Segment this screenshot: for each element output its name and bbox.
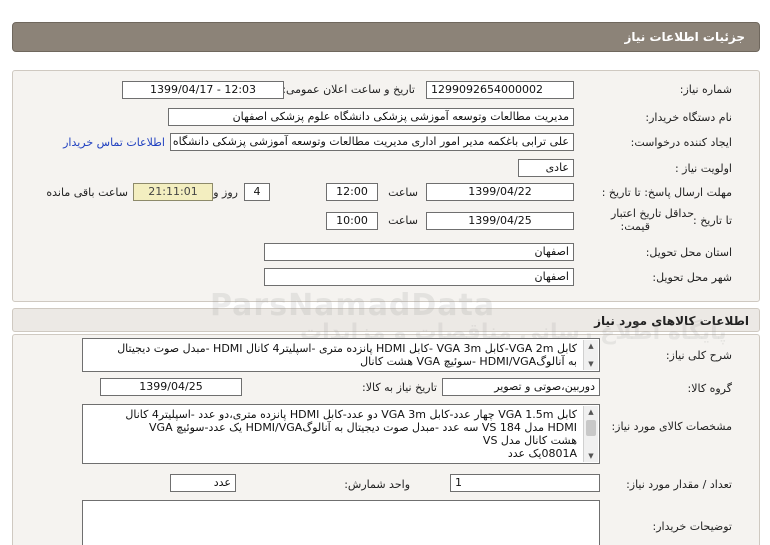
announce-datetime-field[interactable]: 1399/04/17 - 12:03 xyxy=(122,81,284,99)
price-validity-label-2: قیمت: xyxy=(620,220,650,233)
summary-label: شرح کلی نیاز: xyxy=(665,349,732,362)
spec-scrollbar[interactable]: ▲ ▼ xyxy=(583,406,598,462)
remaining-label: ساعت باقی مانده xyxy=(46,186,128,199)
scroll-thumb[interactable] xyxy=(586,420,596,436)
buyer-contact-link[interactable]: اطلاعات تماس خریدار xyxy=(63,136,165,149)
announce-datetime-label: تاریخ و ساعت اعلان عمومی: xyxy=(282,83,415,96)
unit-value: عدد xyxy=(213,476,231,489)
remaining-days-field[interactable]: 4 xyxy=(244,183,270,201)
spec-line-4: 0801Aیک عدد xyxy=(507,447,577,460)
deadline-hour-label: ساعت xyxy=(388,186,418,199)
quantity-label: تعداد / مقدار مورد نیاز: xyxy=(626,478,732,491)
summary-line-1: کابل VGA 2m-کابل VGA 3m -کابل HDMI پانزد… xyxy=(117,342,577,355)
need-number-field[interactable]: 1299092654000002 xyxy=(426,81,574,99)
validity-time-field[interactable]: 10:00 xyxy=(326,212,378,230)
summary-line-2: به آنالوگHDMI/VGA -سوئیچ VGA هشت کانال xyxy=(360,355,577,368)
scroll-up-icon[interactable]: ▲ xyxy=(586,342,596,350)
priority-label: اولویت نیاز : xyxy=(674,162,732,175)
buyer-org-label: نام دستگاه خریدار: xyxy=(645,111,732,124)
summary-scrollbar[interactable]: ▲ ▼ xyxy=(583,340,598,370)
need-number-label: شماره نیاز: xyxy=(679,83,732,96)
remaining-time-field[interactable]: 21:11:01 xyxy=(133,183,213,201)
province-label: استان محل تحویل: xyxy=(645,246,732,259)
province-field[interactable]: اصفهان xyxy=(264,243,574,261)
days-label: روز و xyxy=(213,186,238,199)
city-label: شهر محل تحویل: xyxy=(652,271,732,284)
spec-line-1: کابل VGA 1.5m چهار عدد-کابل VGA 3m دو عد… xyxy=(125,408,577,421)
validity-to-date-label: تا تاریخ : xyxy=(693,214,732,227)
goods-group-label: گروه کالا: xyxy=(687,382,732,395)
priority-field[interactable]: عادی xyxy=(518,159,574,177)
quantity-field[interactable]: 1 xyxy=(450,474,600,492)
city-field[interactable]: اصفهان xyxy=(264,268,574,286)
spec-line-2: HDMI مدل VS 184 سه عدد -مبدل صوت دیجیتال… xyxy=(149,421,577,434)
spec-label: مشخصات کالای مورد نیاز: xyxy=(611,420,732,433)
request-creator-label: ایجاد کننده درخواست: xyxy=(630,136,732,149)
spec-line-3: هشت کانال مدل VS xyxy=(482,434,577,447)
goods-section-title: اطلاعات کالاهای مورد نیاز xyxy=(12,308,760,332)
deadline-time-field[interactable]: 12:00 xyxy=(326,183,378,201)
summary-textarea[interactable]: کابل VGA 2m-کابل VGA 3m -کابل HDMI پانزد… xyxy=(82,338,600,372)
unit-label: واحد شمارش: xyxy=(344,478,410,491)
buyer-org-field[interactable]: مدیریت مطالعات وتوسعه آموزشی پزشکی دانشگ… xyxy=(168,108,574,126)
scroll-down-icon[interactable]: ▼ xyxy=(586,452,596,460)
price-validity-label-1: حداقل تاریخ اعتبار xyxy=(610,207,694,220)
buyer-notes-textarea[interactable] xyxy=(82,500,600,545)
buyer-notes-label: توضیحات خریدار: xyxy=(652,520,733,533)
need-date-label: تاریخ نیاز به کالا: xyxy=(362,381,437,394)
spec-textarea[interactable]: کابل VGA 1.5m چهار عدد-کابل VGA 3m دو عد… xyxy=(82,404,600,464)
unit-field[interactable]: عدد xyxy=(170,474,236,492)
goods-group-field[interactable]: دوربین،صوتی و تصویر xyxy=(442,378,600,396)
scroll-down-icon[interactable]: ▼ xyxy=(586,360,596,368)
request-creator-field[interactable]: علی ترابی باغکمه مدیر امور اداری مدیریت … xyxy=(170,133,574,151)
deadline-label: مهلت ارسال پاسخ: تا تاریخ : xyxy=(601,186,732,199)
goods-group-value: دوربین،صوتی و تصویر xyxy=(494,380,595,393)
deadline-date-field[interactable]: 1399/04/22 xyxy=(426,183,574,201)
page-title: جزئیات اطلاعات نیاز xyxy=(624,30,745,44)
need-date-field[interactable]: 1399/04/25 xyxy=(100,378,242,396)
goods-section-title-text: اطلاعات کالاهای مورد نیاز xyxy=(594,314,749,328)
scroll-up-icon[interactable]: ▲ xyxy=(586,408,596,416)
validity-hour-label: ساعت xyxy=(388,214,418,227)
page-header: جزئیات اطلاعات نیاز xyxy=(12,22,760,52)
page-frame: جزئیات اطلاعات نیاز شماره نیاز: 12990926… xyxy=(0,0,770,545)
validity-date-field[interactable]: 1399/04/25 xyxy=(426,212,574,230)
